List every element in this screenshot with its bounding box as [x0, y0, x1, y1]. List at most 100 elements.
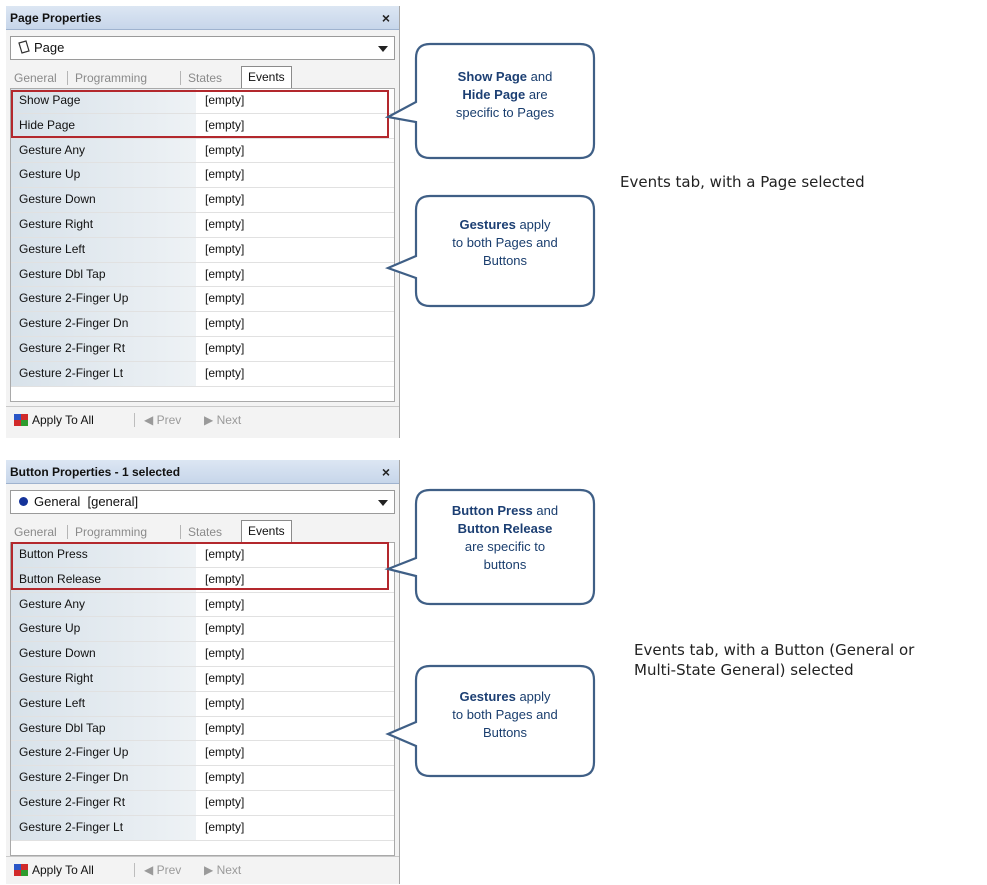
- callout-button-specific: Button Press and Button Release are spec…: [384, 488, 616, 606]
- event-name: Gesture 2-Finger Lt: [11, 361, 196, 386]
- event-row[interactable]: Gesture 2-Finger Up [empty]: [11, 287, 394, 313]
- event-name: Gesture Right: [11, 212, 196, 237]
- event-value[interactable]: [empty]: [205, 692, 244, 715]
- apply-all-icon: [14, 414, 28, 426]
- event-row[interactable]: Gesture Left [empty]: [11, 691, 394, 717]
- event-row[interactable]: Gesture Dbl Tap [empty]: [11, 716, 394, 742]
- tab-divider: [67, 71, 68, 85]
- prev-button[interactable]: ◀ Prev: [144, 857, 181, 883]
- tab-states[interactable]: States: [188, 523, 222, 541]
- event-row[interactable]: Gesture Any [empty]: [11, 138, 394, 164]
- object-type-dropdown[interactable]: Page: [10, 36, 395, 60]
- event-value[interactable]: [empty]: [205, 263, 244, 286]
- apply-to-all-label: Apply To All: [32, 863, 94, 877]
- event-row[interactable]: Gesture Up [empty]: [11, 163, 394, 189]
- event-name: Gesture Any: [11, 138, 196, 163]
- next-button[interactable]: ▶ Next: [204, 857, 241, 883]
- tab-general[interactable]: General: [14, 69, 57, 87]
- event-value[interactable]: [empty]: [205, 741, 244, 764]
- event-value[interactable]: [empty]: [205, 287, 244, 310]
- event-name: Gesture Left: [11, 691, 196, 716]
- tab-programming[interactable]: Programming: [75, 69, 147, 87]
- event-value[interactable]: [empty]: [205, 238, 244, 261]
- callout-line: to both Pages and: [416, 706, 594, 724]
- event-row[interactable]: Gesture 2-Finger Lt [empty]: [11, 361, 394, 387]
- tab-general[interactable]: General: [14, 523, 57, 541]
- caption-line: Events tab, with a Button (General or: [634, 641, 915, 659]
- event-value[interactable]: [empty]: [205, 617, 244, 640]
- event-value[interactable]: [empty]: [205, 213, 244, 236]
- event-value[interactable]: [empty]: [205, 766, 244, 789]
- tab-events[interactable]: Events: [241, 520, 292, 542]
- close-icon[interactable]: ×: [379, 460, 393, 484]
- event-row[interactable]: Gesture Up [empty]: [11, 617, 394, 643]
- footer-divider: [134, 413, 135, 427]
- events-grid: Show Page [empty] Hide Page [empty] Gestur…: [10, 88, 395, 402]
- event-name: Gesture 2-Finger Up: [11, 741, 196, 766]
- event-value[interactable]: [empty]: [205, 816, 244, 839]
- event-value[interactable]: [empty]: [205, 188, 244, 211]
- apply-to-all-button[interactable]: Apply To All: [14, 407, 94, 433]
- callout-bold-text: Gestures: [459, 217, 516, 232]
- event-name: Button Press: [11, 543, 196, 567]
- event-value[interactable]: [empty]: [205, 139, 244, 162]
- callout-line: Hide Page are: [416, 86, 594, 104]
- event-name: Gesture Down: [11, 642, 196, 666]
- close-icon[interactable]: ×: [379, 6, 393, 30]
- event-row[interactable]: Gesture Right [empty]: [11, 212, 394, 238]
- button-properties-panel: Button Properties - 1 selected × General…: [6, 460, 400, 884]
- event-value[interactable]: [empty]: [205, 337, 244, 360]
- event-value[interactable]: [empty]: [205, 642, 244, 665]
- event-row[interactable]: Gesture 2-Finger Lt [empty]: [11, 815, 394, 841]
- callout-text: Buttons: [482, 253, 528, 268]
- caption-button: Events tab, with a Button (General or Mu…: [634, 640, 914, 680]
- caption-line: Multi-State General) selected: [634, 661, 854, 679]
- callout-line: to both Pages and: [416, 234, 594, 252]
- event-row[interactable]: Hide Page [empty]: [11, 113, 394, 139]
- event-row[interactable]: Gesture Right [empty]: [11, 666, 394, 692]
- event-value[interactable]: [empty]: [205, 543, 244, 566]
- event-row[interactable]: Gesture Down [empty]: [11, 642, 394, 667]
- event-value[interactable]: [empty]: [205, 568, 244, 591]
- event-value[interactable]: [empty]: [205, 791, 244, 814]
- tab-programming[interactable]: Programming: [75, 523, 147, 541]
- event-value[interactable]: [empty]: [205, 717, 244, 740]
- next-arrow-icon: ▶: [204, 863, 217, 877]
- prev-button[interactable]: ◀ Prev: [144, 407, 181, 433]
- panel-title: Button Properties - 1 selected ×: [6, 460, 399, 484]
- event-value[interactable]: [empty]: [205, 362, 244, 385]
- event-name: Gesture 2-Finger Up: [11, 287, 196, 312]
- event-value[interactable]: [empty]: [205, 163, 244, 186]
- event-row[interactable]: Gesture Left [empty]: [11, 237, 394, 263]
- event-value[interactable]: [empty]: [205, 593, 244, 616]
- tab-events[interactable]: Events: [241, 66, 292, 88]
- event-row[interactable]: Gesture Dbl Tap [empty]: [11, 262, 394, 288]
- event-row[interactable]: Button Release [empty]: [11, 567, 394, 593]
- event-value[interactable]: [empty]: [205, 89, 244, 112]
- event-value[interactable]: [empty]: [205, 114, 244, 137]
- event-row[interactable]: Gesture 2-Finger Dn [empty]: [11, 312, 394, 337]
- event-value[interactable]: [empty]: [205, 312, 244, 335]
- event-row[interactable]: Gesture Down [empty]: [11, 188, 394, 213]
- tab-states[interactable]: States: [188, 69, 222, 87]
- events-grid: Button Press [empty] Button Release [empty…: [10, 542, 395, 856]
- event-value[interactable]: [empty]: [205, 667, 244, 690]
- event-row[interactable]: Show Page [empty]: [11, 89, 394, 114]
- event-row[interactable]: Gesture 2-Finger Rt [empty]: [11, 336, 394, 362]
- event-row[interactable]: Button Press [empty]: [11, 543, 394, 568]
- callout-text: are: [525, 87, 548, 102]
- next-button[interactable]: ▶ Next: [204, 407, 241, 433]
- apply-to-all-button[interactable]: Apply To All: [14, 857, 94, 883]
- event-row[interactable]: Gesture 2-Finger Dn [empty]: [11, 766, 394, 791]
- event-row[interactable]: Gesture 2-Finger Rt [empty]: [11, 790, 394, 816]
- apply-to-all-label: Apply To All: [32, 413, 94, 427]
- tab-bar: General Programming States Events: [10, 520, 395, 542]
- event-row[interactable]: Gesture Any [empty]: [11, 592, 394, 618]
- callout-text: and: [527, 69, 553, 84]
- object-type-dropdown[interactable]: General [general]: [10, 490, 395, 514]
- event-row[interactable]: Gesture 2-Finger Up [empty]: [11, 741, 394, 767]
- event-name: Gesture Left: [11, 237, 196, 262]
- grid-spacer: [11, 841, 394, 855]
- page-properties-panel: Page Properties × Page General Programmi…: [6, 6, 400, 438]
- prev-label: Prev: [156, 863, 182, 877]
